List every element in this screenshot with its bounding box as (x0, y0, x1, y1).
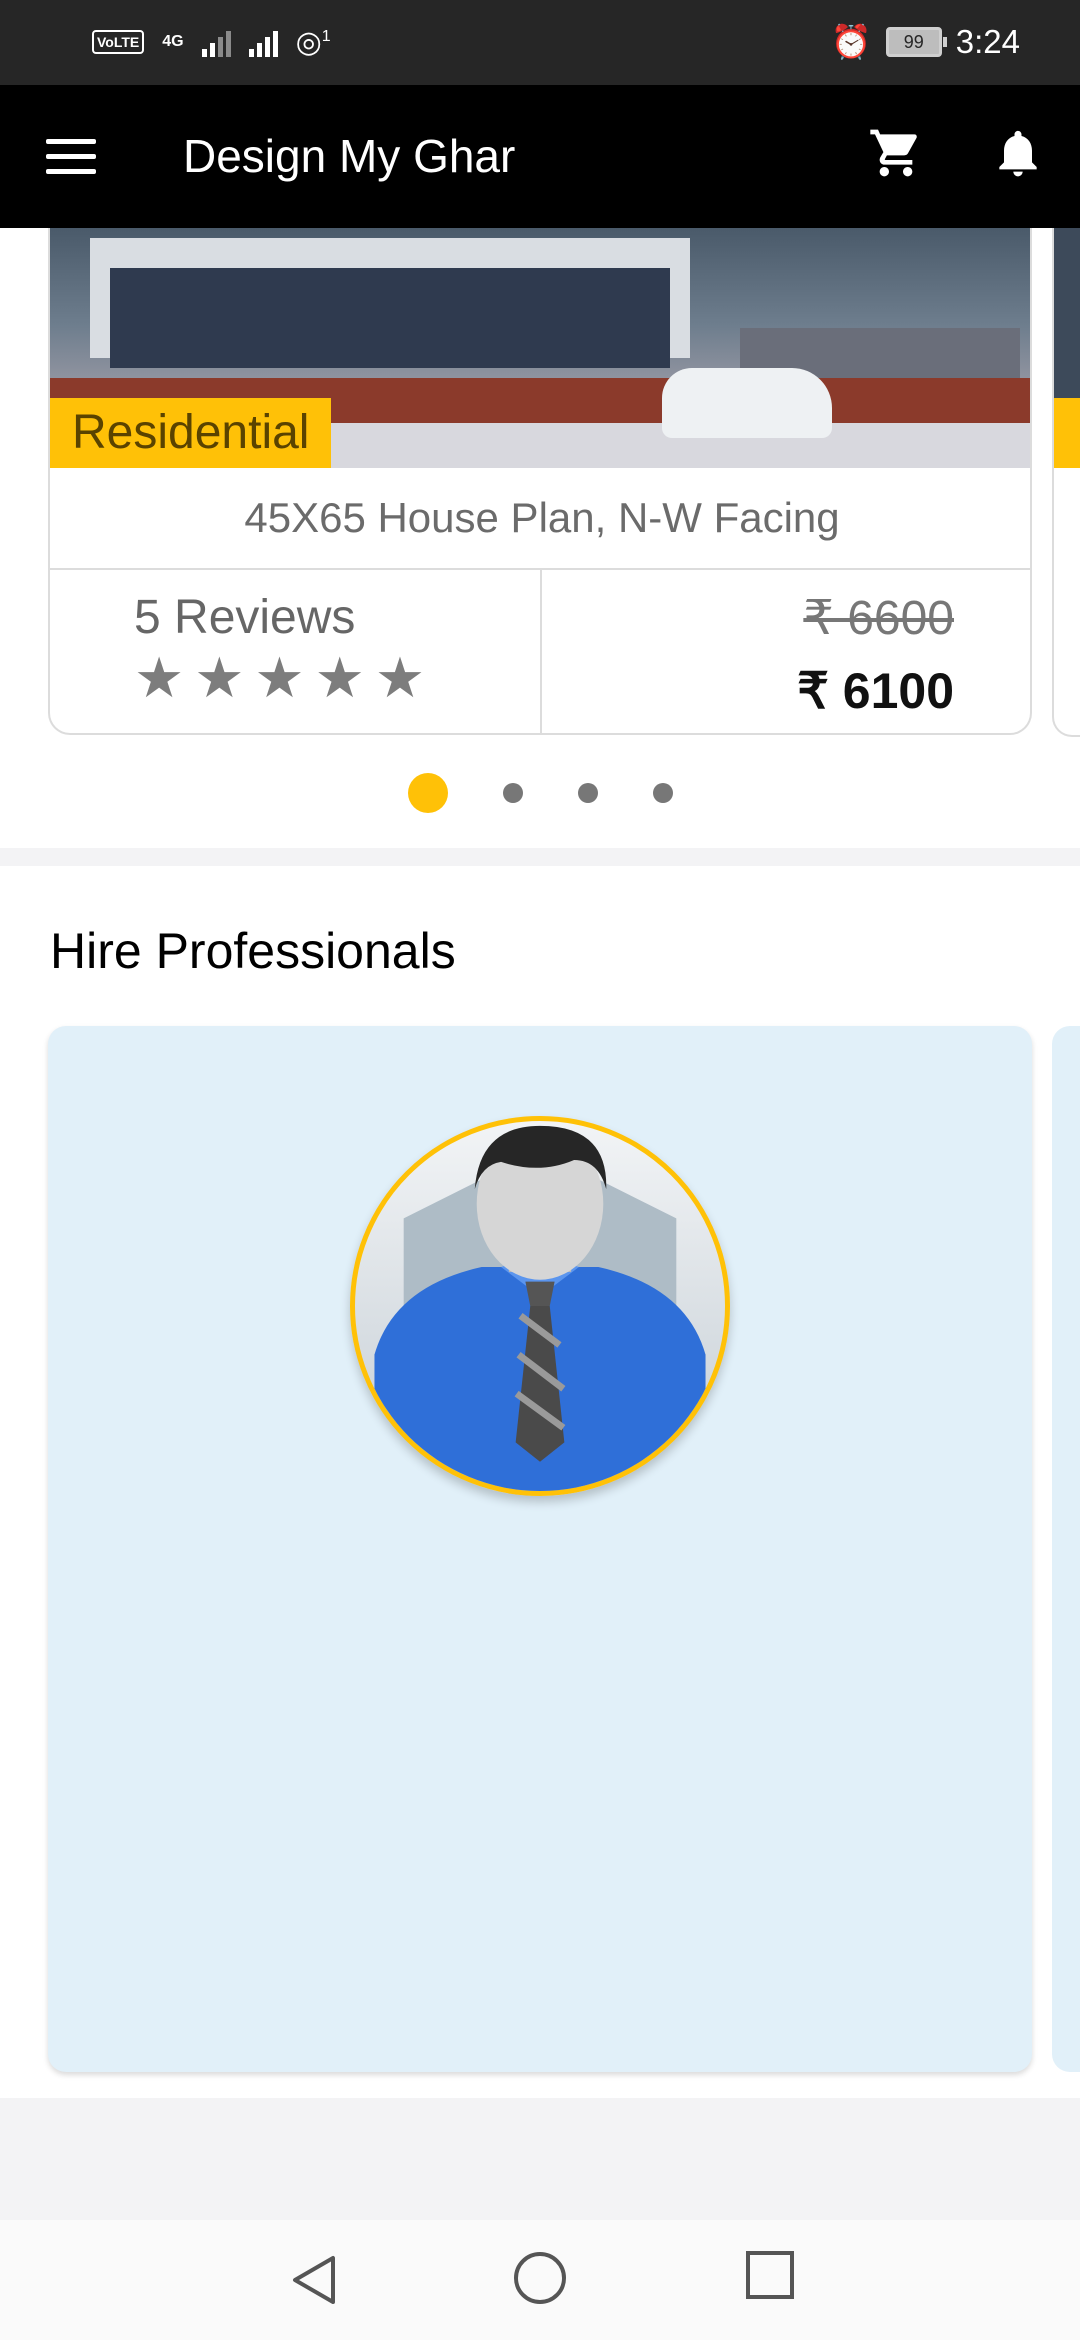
section-title: Hire Professionals (50, 923, 456, 979)
next-card-peek[interactable] (1052, 228, 1080, 737)
plan-title: 45X65 House Plan, N-W Facing (50, 468, 1030, 570)
house-plan-image: Residential (50, 228, 1030, 468)
new-price: ₹ 6100 (797, 663, 954, 719)
battery-icon: 99 (885, 27, 947, 57)
old-price: ₹ 6600 (803, 592, 954, 645)
star-icon: ★ (374, 646, 426, 709)
reviews-count: 5 Reviews (134, 591, 356, 644)
app-title: Design My Ghar (183, 130, 516, 182)
signal-icon-2 (248, 27, 278, 57)
featured-carousel[interactable]: Residential 45X65 House Plan, N-W Facing… (0, 228, 1080, 848)
bell-icon[interactable] (990, 125, 1046, 181)
avatar (350, 1116, 730, 1496)
status-bar: VoLTE 4G ◎1 ⏰ 99 3:24 (0, 0, 1080, 85)
status-time: 3:24 (955, 23, 1020, 60)
back-icon[interactable] (285, 2250, 345, 2310)
status-left: VoLTE 4G ◎1 (92, 22, 331, 62)
status-right: ⏰ 99 3:24 (831, 22, 1020, 62)
house-plan-card[interactable]: Residential 45X65 House Plan, N-W Facing… (48, 228, 1032, 735)
app-bar: Design My Ghar (0, 85, 1080, 228)
menu-icon[interactable] (46, 139, 96, 175)
carousel-dot[interactable] (407, 773, 448, 813)
hotspot-icon: ◎1 (295, 25, 331, 59)
rating-stars: ★ ★ ★ ★ ★ (134, 650, 425, 706)
recent-apps-icon[interactable] (745, 2250, 795, 2300)
price-cell: ₹ 6600 ₹ 6100 (542, 570, 1030, 733)
carousel-dot[interactable] (652, 783, 673, 803)
system-nav-bar (0, 2220, 1080, 2340)
carousel-indicator (0, 773, 1080, 813)
carousel-dot[interactable] (577, 783, 598, 803)
alarm-icon: ⏰ (830, 22, 872, 60)
hire-professionals-section: Hire Professionals (0, 866, 1080, 2098)
network-type-label: 4G (162, 33, 184, 50)
person-icon (374, 1125, 706, 1491)
hotspot-count: 1 (321, 27, 331, 45)
reviews-cell: 5 Reviews ★ ★ ★ ★ ★ (50, 570, 542, 733)
star-icon: ★ (194, 646, 245, 709)
carousel-dot[interactable] (502, 783, 523, 803)
star-icon: ★ (254, 646, 305, 709)
volte-icon: VoLTE (92, 30, 145, 54)
category-badge: Residential (50, 398, 332, 468)
star-icon: ★ (314, 646, 365, 709)
signal-icon-1 (201, 27, 231, 57)
next-professional-peek[interactable] (1052, 1026, 1080, 2072)
home-icon[interactable] (512, 2250, 568, 2306)
star-icon: ★ (134, 646, 185, 709)
professional-card[interactable] (48, 1026, 1032, 2072)
cart-icon[interactable] (868, 125, 924, 181)
